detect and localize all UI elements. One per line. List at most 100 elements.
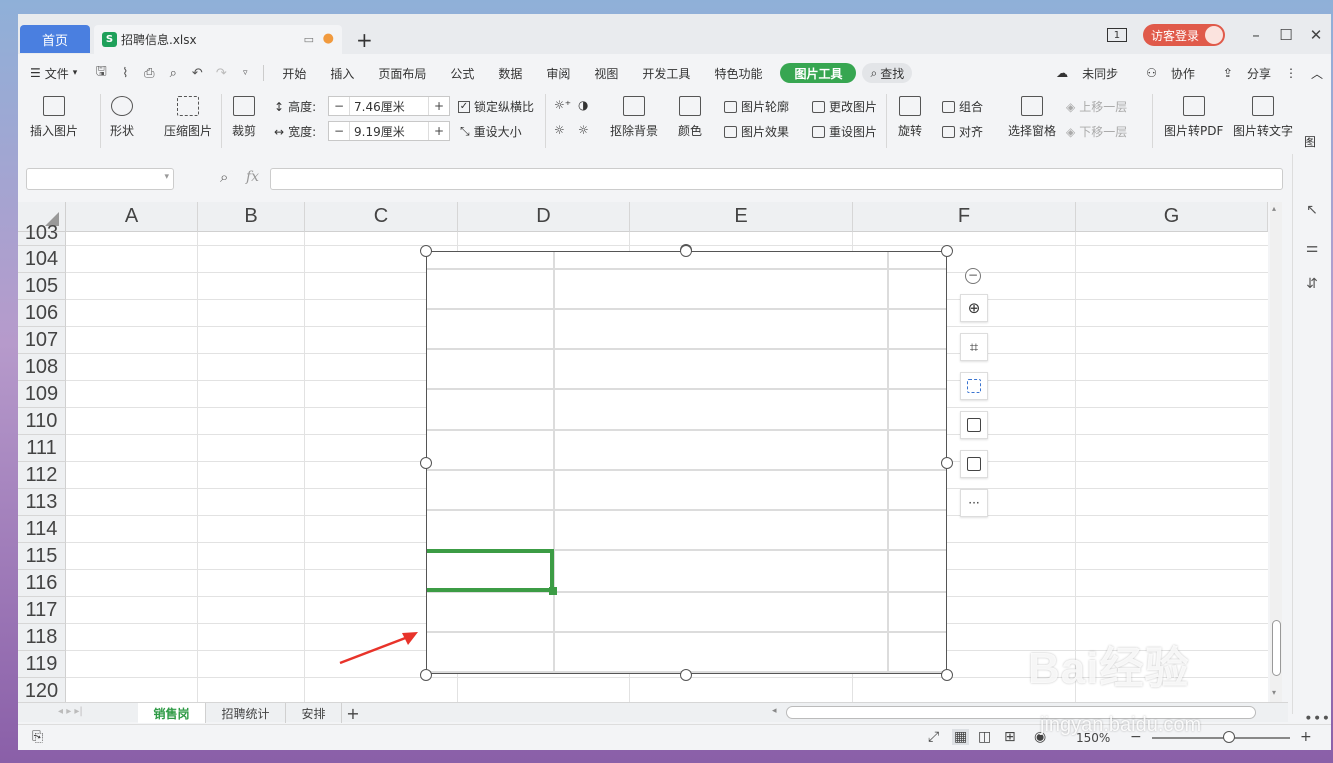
row-header[interactable]: 103 [18,222,66,246]
sheet-tab-sales[interactable]: 销售岗 [138,703,206,723]
picture-effect-button[interactable]: 图片效果 [724,123,789,140]
row-header[interactable]: 116 [18,570,66,597]
contrast-up-button[interactable]: ◑ [578,98,588,112]
format-painter-icon[interactable]: ⌇ [113,66,137,81]
crop-tool[interactable]: ⌗ [960,333,988,361]
resize-handle-tr[interactable] [941,245,953,257]
close-icon[interactable]: ✕ [1301,26,1331,44]
tab-home[interactable]: 首页 [20,25,90,53]
sheet-tab-schedule[interactable]: 安排 [286,703,342,723]
row-header[interactable]: 110 [18,408,66,435]
monitor-icon[interactable]: ▭ [304,33,314,46]
settings-sliders-icon[interactable]: ⚌ [1304,240,1320,256]
minimize-icon[interactable]: – [1241,26,1271,44]
print-preview-icon[interactable]: ⌕ [161,66,185,81]
collab-button[interactable]: ⚇ 协作 [1132,65,1195,82]
row-header[interactable]: 117 [18,597,66,624]
window-count-badge[interactable]: 1 [1106,28,1127,42]
resize-handle-r[interactable] [941,457,953,469]
shape-button[interactable]: 形状 [110,96,134,139]
share-button[interactable]: ⇪ 分享 [1209,65,1271,82]
picture-object[interactable] [426,251,947,674]
width-input[interactable]: 9.19厘米 [349,122,429,140]
scroll-up-icon[interactable]: ▴ [1272,204,1276,213]
minus-icon[interactable]: − [329,124,349,138]
cursor-icon[interactable]: ↖ [1304,202,1320,218]
save-icon[interactable]: 🖫 [89,62,113,84]
page-break-icon[interactable]: ⊞ [1004,729,1016,745]
sheet-tab-stats[interactable]: 招聘统计 [206,703,286,723]
select-pane-button[interactable]: 选择窗格 [1008,96,1056,139]
plus-icon[interactable]: + [429,99,449,113]
resize-handle-br[interactable] [941,669,953,681]
more-icon[interactable]: ⋮ [1285,66,1297,80]
tab-page-layout[interactable]: 页面布局 [366,65,438,82]
more-tools-button[interactable]: ··· [960,489,988,517]
plus-icon[interactable]: + [429,124,449,138]
tab-insert[interactable]: 插入 [318,65,366,82]
row-header[interactable]: 107 [18,327,66,354]
compress-tool[interactable] [960,372,988,400]
crop-button[interactable]: 裁剪 [232,96,256,139]
resize-handle-b[interactable] [680,669,692,681]
change-picture-button[interactable]: 更改图片 [812,98,877,115]
maximize-icon[interactable]: ☐ [1271,26,1301,44]
send-backward-button[interactable]: ◈ 下移一层 [1066,123,1127,140]
name-box[interactable] [26,168,174,190]
row-header[interactable]: 112 [18,462,66,489]
zoom-icon[interactable]: ⌕ [220,168,228,186]
remove-bg-button[interactable]: 抠除背景 [610,96,658,139]
search-button[interactable]: ⌕ 查找 [862,63,913,83]
row-header[interactable]: 106 [18,300,66,327]
tab-developer[interactable]: 开发工具 [630,65,702,82]
redo-icon[interactable]: ↷ [209,66,233,81]
group-button[interactable]: 组合 [942,98,983,115]
tab-file[interactable]: S 招聘信息.xlsx ▭ ● [94,25,342,54]
column-header[interactable]: F [853,202,1076,232]
print-icon[interactable]: ⎙ [137,66,161,81]
file-menu[interactable]: ☰ 文件 ▾ [18,65,89,82]
formula-input[interactable] [270,168,1283,190]
fullscreen-icon[interactable]: ⤢ [928,729,939,745]
change-picture-tool[interactable] [960,411,988,439]
rotate-button[interactable]: 旋转 [898,96,922,139]
tab-review[interactable]: 审阅 [534,65,582,82]
zoom-slider-knob[interactable] [1223,731,1235,743]
undo-icon[interactable]: ↶ [185,66,209,81]
page-view-icon[interactable]: ◫ [978,729,991,745]
transform-icon[interactable]: ⇵ [1304,276,1320,292]
vertical-scrollbar[interactable]: ▴ ▾ [1270,202,1282,702]
ocr-tool[interactable] [960,450,988,478]
reset-picture-button[interactable]: 重设图片 [812,123,877,140]
normal-view-icon[interactable]: ▦ [952,729,970,745]
reset-size-button[interactable]: ⤡ 重设大小 [460,123,522,140]
to-text-button[interactable]: 图片转文字 [1233,96,1293,139]
row-header[interactable]: 120 [18,678,66,702]
column-header[interactable]: B [198,202,305,232]
row-header[interactable]: 114 [18,516,66,543]
color-button[interactable]: 颜色 [678,96,702,139]
row-header[interactable]: 109 [18,381,66,408]
height-spinner[interactable]: − 7.46厘米 + [328,96,450,116]
zoom-in-icon[interactable]: + [1300,729,1312,745]
tab-view[interactable]: 视图 [582,65,630,82]
height-input[interactable]: 7.46厘米 [349,97,429,115]
compress-button[interactable]: 压缩图片 [164,96,212,139]
tab-picture-tools[interactable]: 图片工具 [780,63,857,83]
customize-icon[interactable]: ▿ [233,68,257,78]
zoom-slider[interactable] [1152,737,1290,739]
resize-handle-bl[interactable] [420,669,432,681]
more-ribbon-label[interactable]: 图 [1304,133,1316,150]
column-header[interactable]: G [1076,202,1268,232]
column-header[interactable]: C [305,202,458,232]
resize-handle-tl[interactable] [420,245,432,257]
scroll-left-icon[interactable]: ◂ [772,706,777,716]
lock-ratio-checkbox[interactable]: ✓ 锁定纵横比 [458,98,534,115]
brightness-down-button[interactable]: ☼ [554,123,565,137]
resize-handle-l[interactable] [420,457,432,469]
bring-forward-button[interactable]: ◈ 上移一层 [1066,98,1127,115]
picture-outline-button[interactable]: 图片轮廓 [724,98,789,115]
minus-icon[interactable]: − [329,99,349,113]
spreadsheet-grid[interactable]: ABCDEFG 103 104 105 106 107 108 109 110 111 112 11… [18,202,1268,702]
row-header[interactable]: 105 [18,273,66,300]
